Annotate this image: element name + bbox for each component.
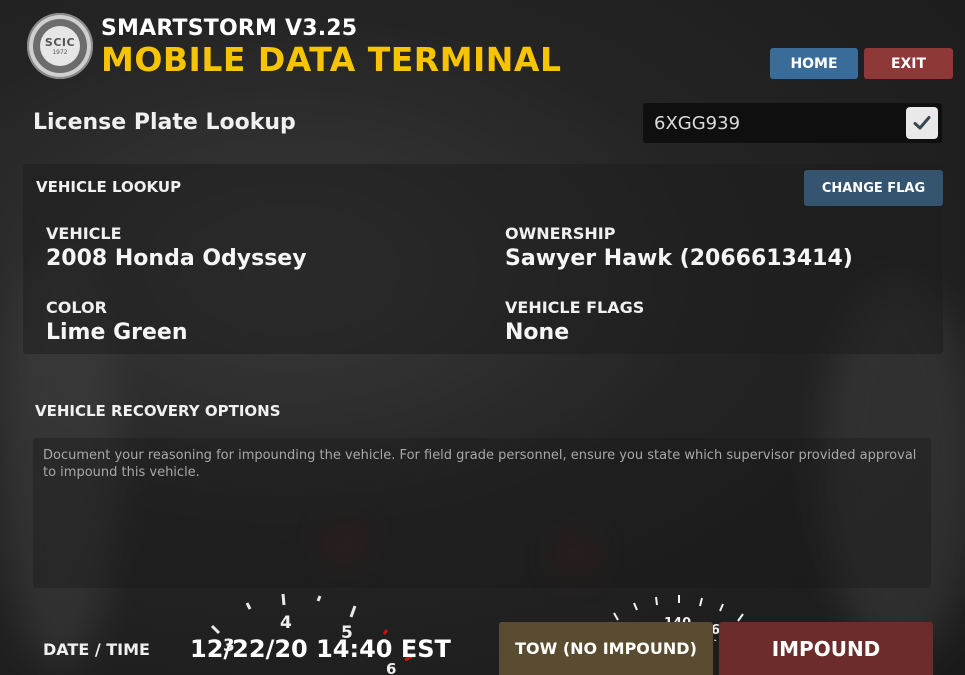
- vehicle-flags-value: None: [505, 320, 570, 345]
- tow-no-impound-button[interactable]: TOW (NO IMPOUND): [499, 622, 713, 675]
- page-title: License Plate Lookup: [33, 110, 296, 135]
- app-version: SMARTSTORM V3.25: [101, 16, 358, 41]
- exit-button[interactable]: EXIT: [864, 48, 953, 79]
- plate-input[interactable]: 6XGG939: [654, 113, 740, 134]
- rpm-tick-label: 4: [280, 613, 292, 633]
- seal-monogram: SCIC: [44, 36, 76, 49]
- plate-search-field[interactable]: 6XGG939: [643, 103, 942, 143]
- vehicle-lookup-heading: VEHICLE LOOKUP: [36, 178, 182, 196]
- vehicle-flags-label: VEHICLE FLAGS: [505, 298, 645, 317]
- seal-year: 1972: [52, 49, 68, 56]
- ownership-value: Sawyer Hawk (2066613414): [505, 246, 853, 271]
- color-label: COLOR: [46, 298, 107, 317]
- ownership-label: OWNERSHIP: [505, 224, 616, 243]
- submit-lookup-button[interactable]: [906, 107, 938, 139]
- recovery-notes-placeholder: Document your reasoning for impounding t…: [43, 448, 917, 480]
- recovery-options-heading: VEHICLE RECOVERY OPTIONS: [35, 402, 281, 420]
- impound-button[interactable]: IMPOUND: [719, 622, 933, 675]
- home-button[interactable]: HOME: [770, 48, 858, 79]
- app-title: MOBILE DATA TERMINAL: [101, 40, 562, 79]
- checkmark-icon: [913, 116, 931, 130]
- datetime-label: DATE / TIME: [43, 640, 150, 659]
- vehicle-label: VEHICLE: [46, 224, 122, 243]
- color-value: Lime Green: [46, 320, 188, 345]
- change-flag-button[interactable]: CHANGE FLAG: [804, 170, 943, 206]
- datetime-value: 12/22/20 14:40 EST: [190, 635, 451, 663]
- vehicle-value: 2008 Honda Odyssey: [46, 246, 307, 271]
- app-logo-seal: SCIC 1972: [27, 13, 93, 79]
